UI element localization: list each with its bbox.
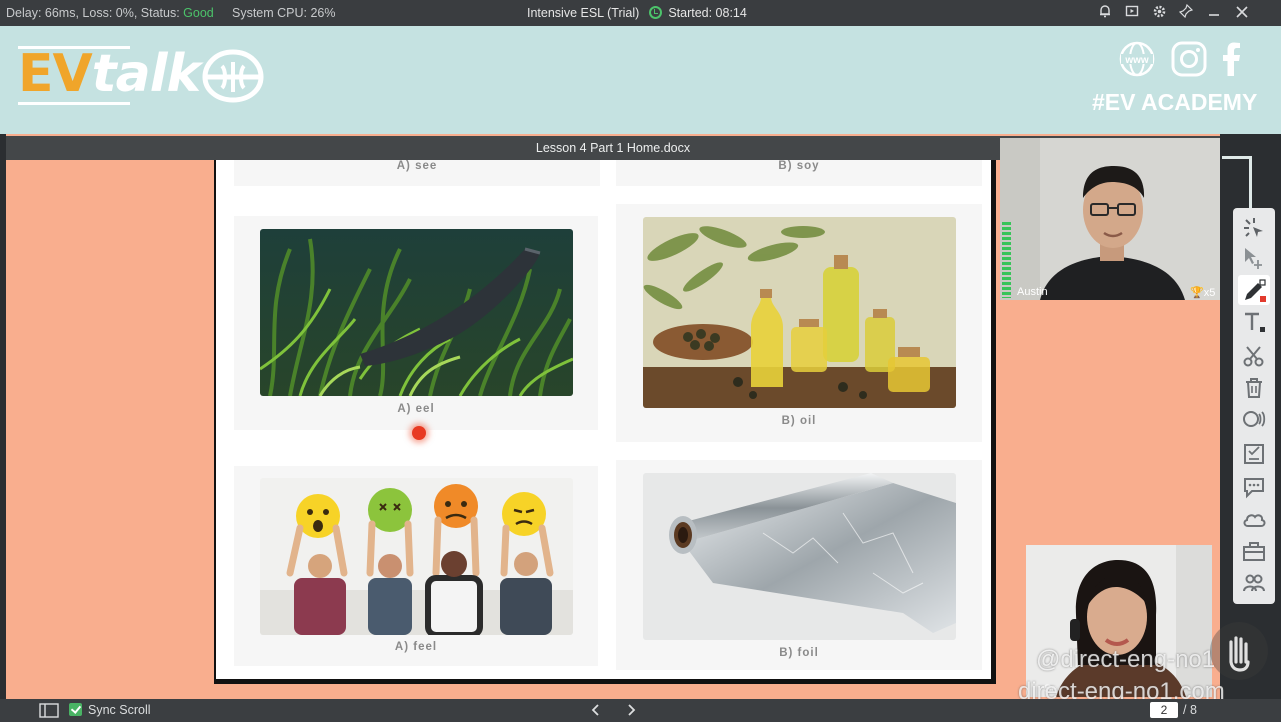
app-window: { "titlebar": { "delay_prefix": "Delay: … <box>0 0 1281 722</box>
started-time: Started: 08:14 <box>668 6 747 20</box>
website-icon[interactable]: www <box>1118 40 1156 78</box>
facebook-icon[interactable] <box>1212 40 1250 78</box>
laser-pointer-dot <box>412 426 426 440</box>
audio-icon[interactable] <box>1242 407 1266 431</box>
pin-icon[interactable] <box>1177 3 1195 22</box>
quiz-icon[interactable] <box>1242 442 1266 466</box>
next-page-icon[interactable] <box>624 703 638 717</box>
watermark-handle: @direct-eng-no1 <box>1036 646 1216 673</box>
svg-text:www: www <box>1124 55 1149 66</box>
record-icon[interactable] <box>1123 4 1141 22</box>
eel-image <box>260 229 573 396</box>
student-video[interactable]: Se <box>1026 545 1212 697</box>
status-value: Good <box>183 6 214 20</box>
teacher-name: Austin <box>1017 286 1048 298</box>
toolbox-icon[interactable] <box>1242 539 1266 563</box>
evtalk-logo: EVtalk <box>18 44 201 104</box>
class-info: Intensive ESL (Trial) Started: 08:14 <box>527 6 747 20</box>
olive-oil-image <box>643 217 956 408</box>
caption-foil: B) foil <box>779 647 819 659</box>
class-name: Intensive ESL (Trial) <box>527 6 640 20</box>
caption-feel: A) feel <box>394 641 438 653</box>
cpu-usage: System CPU: 26% <box>232 6 336 20</box>
title-bar: Delay: 66ms, Loss: 0%, Status: Good Syst… <box>0 0 1281 26</box>
network-status-text: Delay: 66ms, Loss: 0%, Status: <box>6 6 184 20</box>
caption-see: A) see <box>396 160 438 172</box>
select-move-icon[interactable] <box>1242 246 1266 270</box>
bottom-bar: Sync Scroll 2 / 8 <box>0 699 1281 722</box>
frame-decoration <box>1222 156 1252 159</box>
panel-toggle-icon[interactable] <box>39 703 59 718</box>
chat-icon[interactable] <box>1242 475 1266 499</box>
foil-image <box>643 473 956 640</box>
page-number-input[interactable]: 2 <box>1150 702 1178 718</box>
clock-icon <box>649 6 663 19</box>
instagram-icon[interactable] <box>1170 40 1208 78</box>
pen-icon[interactable] <box>1242 279 1266 303</box>
trash-icon[interactable] <box>1242 376 1266 400</box>
raise-hand-button[interactable] <box>1210 622 1268 680</box>
network-status: Delay: 66ms, Loss: 0%, Status: Good <box>6 6 214 20</box>
brand-header: EVtalk www #EV ACADEMY <box>0 26 1281 134</box>
caption-oil: B) oil <box>781 415 817 427</box>
sync-scroll-label: Sync Scroll <box>88 703 151 717</box>
caption-soy: B) soy <box>778 160 820 172</box>
users-icon[interactable] <box>1242 571 1266 595</box>
audio-level-meter <box>1002 222 1011 298</box>
bell-icon[interactable] <box>1096 4 1114 22</box>
sync-scroll-checkbox[interactable] <box>69 703 82 716</box>
document-page[interactable]: A) see B) soy A) eel B) oil A) feel B) f… <box>214 160 996 684</box>
trophy-count: 🏆x5 <box>1190 287 1216 299</box>
teacher-video[interactable]: Austin 🏆x5 <box>1000 138 1220 300</box>
laser-pointer-icon[interactable] <box>1242 216 1266 240</box>
caption-eel: A) eel <box>397 403 435 415</box>
cloud-icon[interactable] <box>1242 507 1266 531</box>
whiteboard-toolbar <box>1233 208 1275 604</box>
page-total: / 8 <box>1183 703 1197 717</box>
text-icon[interactable] <box>1242 310 1266 334</box>
emotions-image <box>260 478 573 635</box>
frame-decoration-vertical <box>1249 156 1252 208</box>
hand-icon <box>1229 636 1250 672</box>
logo-underline-bottom <box>18 102 130 105</box>
previous-page-icon[interactable] <box>589 703 603 717</box>
evtalk-emblem-icon <box>202 49 264 103</box>
close-icon[interactable] <box>1233 4 1251 22</box>
scissors-icon[interactable] <box>1242 344 1266 368</box>
trophy-icon: 🏆 <box>1190 287 1204 299</box>
settings-gear-icon[interactable] <box>1150 4 1168 22</box>
minimize-icon[interactable] <box>1205 4 1223 22</box>
academy-tagline: #EV ACADEMY <box>1092 89 1258 115</box>
